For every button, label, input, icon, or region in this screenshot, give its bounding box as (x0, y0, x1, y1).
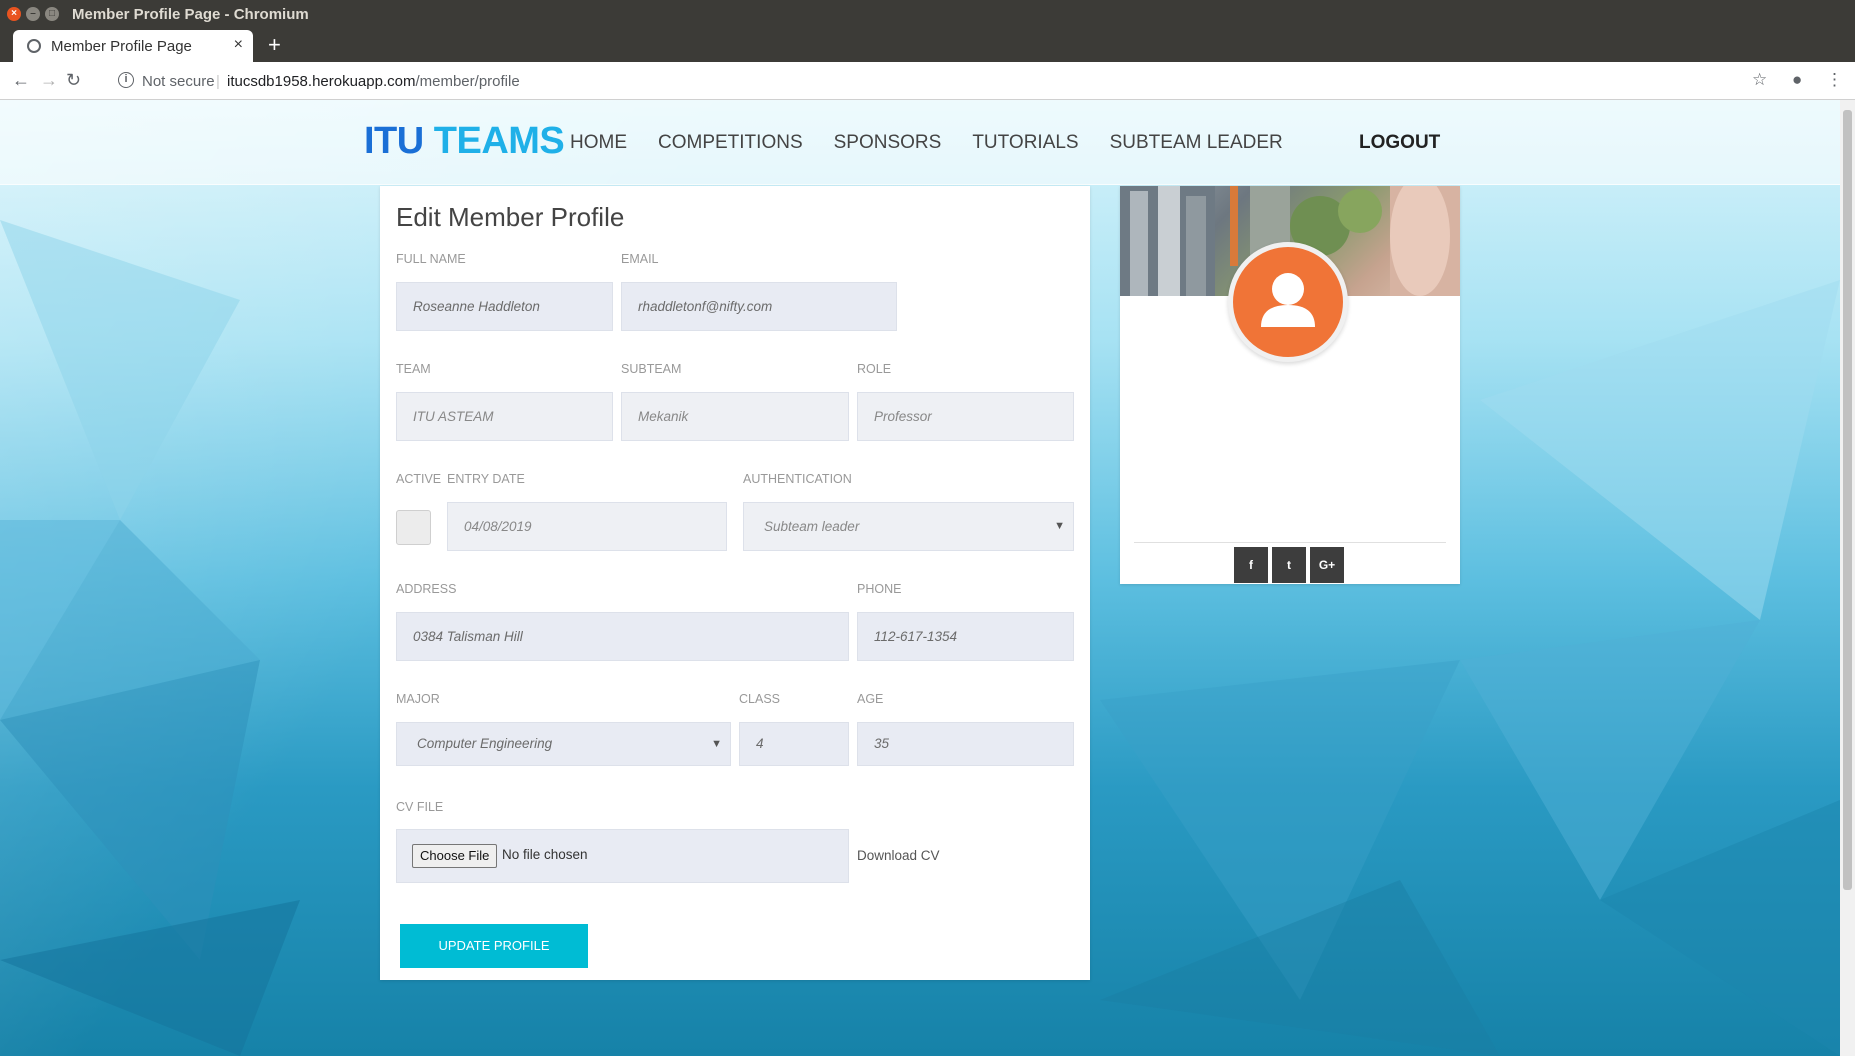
menu-dots-icon[interactable]: ⋮ (1826, 70, 1843, 90)
update-profile-button[interactable]: UPDATE PROFILE (400, 924, 588, 968)
major-label: MAJOR (396, 692, 440, 706)
profile-card: f t G+ (1120, 186, 1460, 584)
age-input[interactable]: 35 (857, 722, 1074, 766)
globe-icon (27, 39, 41, 53)
bookmark-star-icon[interactable]: ☆ (1752, 70, 1767, 90)
nav-link-competitions[interactable]: COMPETITIONS (658, 132, 803, 154)
nav-link-tutorials[interactable]: TUTORIALS (972, 132, 1078, 154)
phone-input[interactable]: 112-617-1354 (857, 612, 1074, 661)
major-value: Computer Engineering (417, 736, 553, 751)
role-label: ROLE (857, 362, 892, 376)
authentication-select[interactable]: Subteam leader ▼ (743, 502, 1074, 551)
download-cv-link[interactable]: Download CV (857, 848, 940, 863)
tab-strip: Member Profile Page × + (0, 28, 1855, 62)
page-title: Edit Member Profile (396, 202, 625, 232)
age-label: AGE (857, 692, 884, 706)
forward-arrow-icon[interactable]: → (40, 70, 58, 91)
entry-date-input[interactable]: 04/08/2019 (447, 502, 727, 551)
role-input: Professor (857, 392, 1074, 441)
team-input: ITU ASTEAM (396, 392, 613, 441)
back-arrow-icon[interactable]: ← (12, 70, 30, 91)
nav-link-home[interactable]: HOME (570, 132, 627, 154)
page-scrollbar[interactable] (1840, 100, 1855, 1056)
entry-date-label: ENTRY DATE (447, 472, 525, 486)
cv-file-input[interactable]: Choose File No file chosen (396, 829, 849, 883)
nav-link-sponsors[interactable]: SPONSORS (834, 132, 942, 154)
active-checkbox[interactable] (396, 510, 431, 545)
window-minimize-button[interactable]: – (26, 7, 40, 21)
new-tab-icon[interactable]: + (268, 32, 281, 58)
user-icon (1261, 273, 1315, 327)
edit-profile-card: Edit Member Profile FULL NAME Roseanne H… (380, 186, 1090, 980)
twitter-icon[interactable]: t (1272, 547, 1306, 583)
url-path: /member/profile (415, 73, 520, 90)
address-label: ADDRESS (396, 582, 457, 596)
site-navbar: ITU TEAMS HOME COMPETITIONS SPONSORS TUT… (0, 100, 1840, 185)
tab-title: Member Profile Page (51, 38, 192, 55)
tab-close-icon[interactable]: × (234, 36, 243, 54)
window-close-button[interactable]: × (7, 7, 21, 21)
window-maximize-button[interactable]: □ (45, 7, 59, 21)
google-plus-icon[interactable]: G+ (1310, 547, 1344, 583)
page-viewport: ITU TEAMS HOME COMPETITIONS SPONSORS TUT… (0, 100, 1840, 1056)
site-logo[interactable]: ITU TEAMS (364, 120, 565, 163)
email-label: EMAIL (621, 252, 659, 266)
url-text[interactable]: itucsdb1958.herokuapp.com/member/profile (227, 73, 520, 90)
team-label: TEAM (396, 362, 431, 376)
major-select[interactable]: Computer Engineering ▼ (396, 722, 731, 766)
chevron-down-icon: ▼ (711, 738, 722, 750)
avatar (1228, 242, 1348, 362)
not-secure-label: Not secure (142, 73, 215, 90)
chevron-down-icon: ▼ (1054, 520, 1065, 532)
brand-part-2: TEAMS (433, 120, 565, 162)
nav-links: HOME COMPETITIONS SPONSORS TUTORIALS SUB… (570, 132, 1283, 154)
email-input[interactable]: rhaddletonf@nifty.com (621, 282, 897, 331)
window-title: Member Profile Page - Chromium (72, 6, 309, 23)
browser-tab[interactable]: Member Profile Page × (13, 30, 253, 62)
authentication-label: AUTHENTICATION (743, 472, 852, 486)
logout-link[interactable]: LOGOUT (1359, 132, 1440, 154)
reload-icon[interactable]: ↻ (66, 70, 81, 91)
subteam-input: Mekanik (621, 392, 849, 441)
cv-file-label: CV FILE (396, 800, 444, 814)
scrollbar-thumb[interactable] (1843, 110, 1852, 890)
authentication-value: Subteam leader (764, 519, 860, 534)
choose-file-button[interactable]: Choose File (412, 844, 498, 868)
brand-part-1: ITU (364, 120, 434, 162)
url-host: itucsdb1958.herokuapp.com (227, 73, 416, 90)
no-file-chosen-text: No file chosen (502, 847, 588, 862)
info-icon[interactable]: i (118, 72, 134, 88)
phone-label: PHONE (857, 582, 902, 596)
active-label: ACTIVE (396, 472, 442, 486)
url-bar[interactable]: i Not secure | itucsdb1958.herokuapp.com… (108, 66, 1763, 96)
class-label: CLASS (739, 692, 780, 706)
subteam-label: SUBTEAM (621, 362, 682, 376)
full-name-input[interactable]: Roseanne Haddleton (396, 282, 613, 331)
address-input[interactable]: 0384 Talisman Hill (396, 612, 849, 661)
nav-link-subteam-leader[interactable]: SUBTEAM LEADER (1110, 132, 1283, 154)
facebook-icon[interactable]: f (1234, 547, 1268, 583)
full-name-label: FULL NAME (396, 252, 466, 266)
address-bar: ← → ↻ i Not secure | itucsdb1958.herokua… (0, 62, 1855, 100)
account-icon[interactable]: ● (1792, 70, 1802, 90)
window-titlebar: × – □ Member Profile Page - Chromium (0, 0, 1855, 28)
class-input[interactable]: 4 (739, 722, 849, 766)
